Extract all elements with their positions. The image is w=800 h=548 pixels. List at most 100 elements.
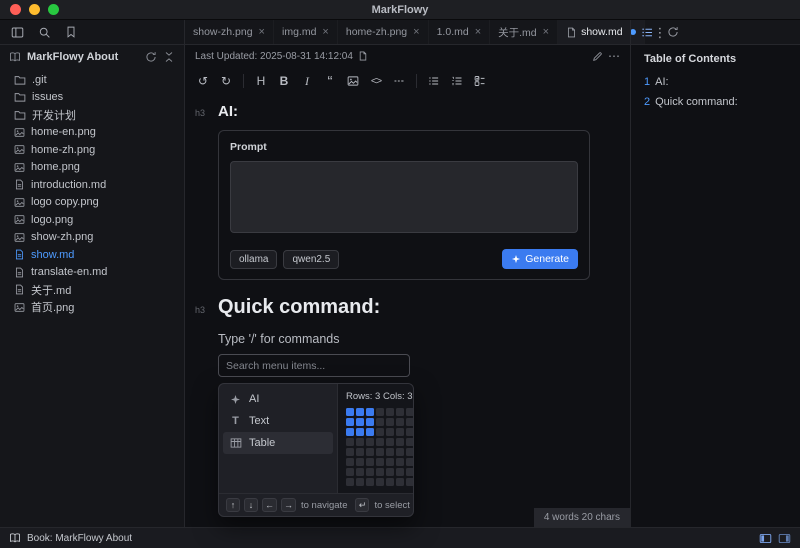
file-tree-item-关于.md[interactable]: 关于.md	[0, 281, 184, 299]
grid-cell-5x6[interactable]	[396, 448, 404, 456]
grid-cell-7x2[interactable]	[356, 468, 364, 476]
grid-cell-2x4[interactable]	[376, 418, 384, 426]
task-list-icon[interactable]	[470, 71, 490, 91]
tab-show-zh.png[interactable]: show-zh.png×	[185, 20, 274, 44]
prompt-textarea[interactable]	[230, 161, 578, 233]
grid-cell-1x1[interactable]	[346, 408, 354, 416]
toggle-left-panel-icon[interactable]	[759, 532, 772, 545]
grid-cell-6x7[interactable]	[406, 458, 414, 466]
grid-cell-3x6[interactable]	[396, 428, 404, 436]
file-tree-item-translate-en.md[interactable]: translate-en.md	[0, 264, 184, 282]
grid-cell-4x5[interactable]	[386, 438, 394, 446]
grid-cell-1x2[interactable]	[356, 408, 364, 416]
editor-more-icon[interactable]: ⋯	[608, 50, 620, 62]
menu-item-AI[interactable]: AI	[223, 388, 333, 410]
collapse-all-icon[interactable]	[163, 51, 175, 63]
file-tree-item-show.md[interactable]: show.md	[0, 246, 184, 264]
grid-cell-7x1[interactable]	[346, 468, 354, 476]
grid-cell-6x5[interactable]	[386, 458, 394, 466]
grid-cell-6x3[interactable]	[366, 458, 374, 466]
grid-cell-3x1[interactable]	[346, 428, 354, 436]
grid-cell-8x4[interactable]	[376, 478, 384, 486]
tab-close-icon[interactable]: ×	[543, 26, 549, 38]
toggle-right-panel-icon[interactable]	[778, 532, 791, 545]
grid-cell-7x6[interactable]	[396, 468, 404, 476]
grid-cell-1x7[interactable]	[406, 408, 414, 416]
insert-image-icon[interactable]	[343, 71, 363, 91]
menu-search-input[interactable]	[218, 354, 410, 377]
grid-cell-5x5[interactable]	[386, 448, 394, 456]
refresh-tree-icon[interactable]	[145, 51, 157, 63]
horizontal-rule-icon[interactable]	[389, 71, 409, 91]
file-tree-item-home-zh.png[interactable]: home-zh.png	[0, 141, 184, 159]
heading-icon[interactable]: H	[251, 71, 271, 91]
tab-close-icon[interactable]: ×	[475, 26, 481, 38]
undo-icon[interactable]: ↺	[193, 71, 213, 91]
grid-cell-4x7[interactable]	[406, 438, 414, 446]
grid-cell-6x1[interactable]	[346, 458, 354, 466]
grid-cell-6x4[interactable]	[376, 458, 384, 466]
grid-cell-2x2[interactable]	[356, 418, 364, 426]
model-chip-ollama[interactable]: ollama	[230, 250, 277, 269]
grid-cell-4x4[interactable]	[376, 438, 384, 446]
file-tree-item-show-zh.png[interactable]: show-zh.png	[0, 229, 184, 247]
grid-cell-4x1[interactable]	[346, 438, 354, 446]
grid-cell-5x7[interactable]	[406, 448, 414, 456]
grid-cell-4x3[interactable]	[366, 438, 374, 446]
bullet-list-icon[interactable]	[424, 71, 444, 91]
grid-cell-1x6[interactable]	[396, 408, 404, 416]
file-tree-item-home.png[interactable]: home.png	[0, 159, 184, 177]
menu-item-Text[interactable]: TText	[223, 410, 333, 432]
quote-icon[interactable]: “	[320, 71, 340, 91]
tab-close-icon[interactable]: ×	[413, 26, 419, 38]
redo-icon[interactable]: ↻	[216, 71, 236, 91]
grid-cell-5x4[interactable]	[376, 448, 384, 456]
grid-cell-4x6[interactable]	[396, 438, 404, 446]
ordered-list-icon[interactable]	[447, 71, 467, 91]
grid-cell-5x1[interactable]	[346, 448, 354, 456]
tab-close-icon[interactable]: ×	[259, 26, 265, 38]
grid-cell-7x4[interactable]	[376, 468, 384, 476]
file-tree-item-logo.png[interactable]: logo.png	[0, 211, 184, 229]
toggle-sidebar-icon[interactable]	[11, 26, 24, 39]
grid-cell-2x3[interactable]	[366, 418, 374, 426]
file-tree-item-开发计划[interactable]: 开发计划	[0, 106, 184, 124]
grid-cell-8x2[interactable]	[356, 478, 364, 486]
grid-cell-5x3[interactable]	[366, 448, 374, 456]
grid-cell-6x6[interactable]	[396, 458, 404, 466]
grid-cell-6x2[interactable]	[356, 458, 364, 466]
grid-cell-7x5[interactable]	[386, 468, 394, 476]
file-tree-item-.git[interactable]: .git	[0, 71, 184, 89]
bookmark-icon[interactable]	[65, 26, 77, 38]
toc-list-icon[interactable]	[641, 26, 654, 39]
minimize-window-button[interactable]	[29, 4, 40, 15]
grid-cell-5x2[interactable]	[356, 448, 364, 456]
file-tree-item-logo copy.png[interactable]: logo copy.png	[0, 194, 184, 212]
tab-关于.md[interactable]: 关于.md×	[490, 20, 558, 44]
file-tree-item-home-en.png[interactable]: home-en.png	[0, 124, 184, 142]
grid-cell-1x5[interactable]	[386, 408, 394, 416]
grid-cell-7x7[interactable]	[406, 468, 414, 476]
grid-cell-3x3[interactable]	[366, 428, 374, 436]
grid-cell-1x4[interactable]	[376, 408, 384, 416]
menu-item-Table[interactable]: Table	[223, 432, 333, 454]
grid-cell-7x3[interactable]	[366, 468, 374, 476]
grid-cell-3x7[interactable]	[406, 428, 414, 436]
zoom-window-button[interactable]	[48, 4, 59, 15]
tab-img.md[interactable]: img.md×	[274, 20, 338, 44]
grid-cell-8x6[interactable]	[396, 478, 404, 486]
edit-mode-icon[interactable]	[592, 51, 603, 62]
tab-1.0.md[interactable]: 1.0.md×	[429, 20, 491, 44]
grid-cell-2x1[interactable]	[346, 418, 354, 426]
toc-refresh-icon[interactable]	[667, 26, 679, 38]
file-tree-item-issues[interactable]: issues	[0, 89, 184, 107]
grid-cell-2x6[interactable]	[396, 418, 404, 426]
close-window-button[interactable]	[10, 4, 21, 15]
grid-cell-8x7[interactable]	[406, 478, 414, 486]
grid-cell-3x2[interactable]	[356, 428, 364, 436]
toc-item-1[interactable]: 1AI:	[644, 76, 792, 88]
generate-button[interactable]: Generate	[502, 249, 578, 269]
tab-home-zh.png[interactable]: home-zh.png×	[338, 20, 429, 44]
grid-cell-8x3[interactable]	[366, 478, 374, 486]
grid-cell-4x2[interactable]	[356, 438, 364, 446]
